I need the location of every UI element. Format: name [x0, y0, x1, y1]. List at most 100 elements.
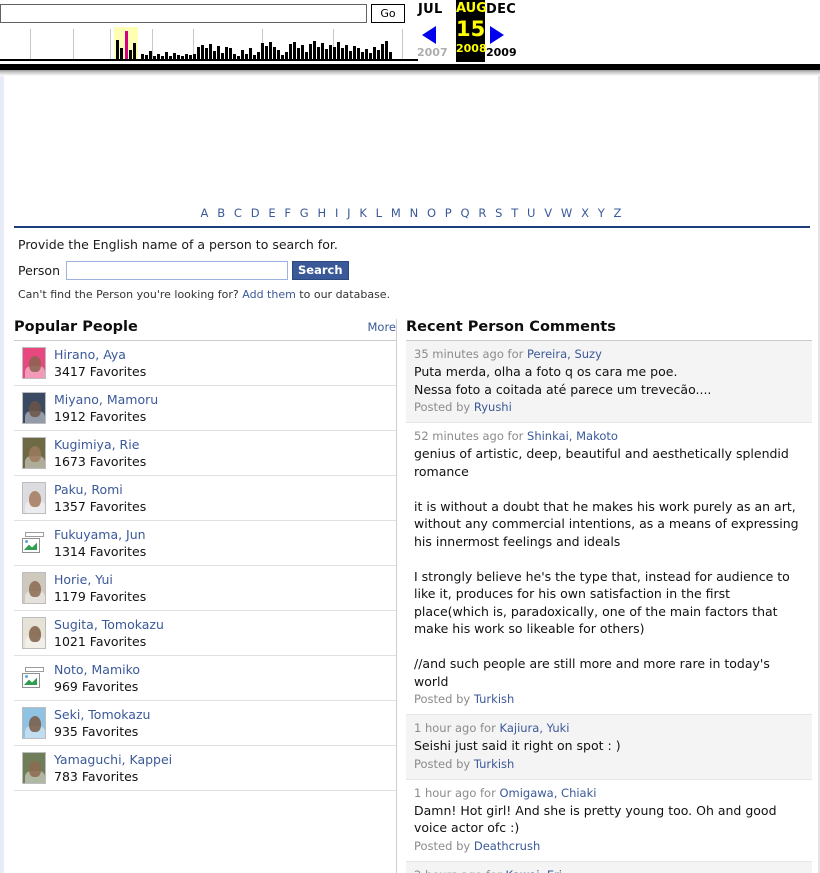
triangle-right-icon[interactable]: [490, 26, 504, 44]
person-search-input[interactable]: [66, 261, 289, 280]
next-year-label[interactable]: 2009: [486, 46, 517, 59]
alpha-link-e[interactable]: E: [268, 206, 275, 220]
posted-by-label: Posted by: [414, 838, 474, 853]
person-favorites-count: 935 Favorites: [54, 724, 139, 739]
comment-person-link[interactable]: Omigawa, Chiaki: [499, 786, 596, 800]
prev-month-label[interactable]: JUL: [418, 2, 443, 17]
alpha-link-h[interactable]: H: [318, 206, 327, 220]
comment-person-link[interactable]: Shinkai, Makoto: [527, 429, 618, 443]
person-name-link[interactable]: Kugimiya, Rie: [54, 437, 146, 453]
popular-person-row[interactable]: Horie, Yui 1179 Favorites: [14, 566, 396, 611]
person-name-link[interactable]: Yamaguchi, Kappei: [54, 752, 172, 768]
alpha-link-i[interactable]: I: [335, 206, 338, 220]
alpha-link-y[interactable]: Y: [598, 206, 605, 220]
person-search-button[interactable]: Search: [292, 261, 349, 280]
alpha-link-b[interactable]: B: [217, 206, 225, 220]
wayback-go-button[interactable]: Go: [371, 3, 405, 23]
wayback-toolbar: Go JUL DEC AUG 15 2008 2007 2009: [0, 0, 820, 70]
sparkline-bars: [0, 27, 418, 61]
alpha-link-x[interactable]: X: [581, 206, 589, 220]
popular-person-row[interactable]: Hirano, Aya 3417 Favorites: [14, 341, 396, 386]
add-person-note-after: to our database.: [295, 288, 391, 301]
person-search-block: Provide the English name of a person to …: [4, 228, 818, 301]
comment-timestamp: 2 hours ago for Kawai, Eri: [414, 867, 804, 873]
broken-image-icon: [22, 532, 46, 556]
column-divider: [396, 319, 397, 873]
person-name-link[interactable]: Paku, Romi: [54, 482, 146, 498]
popular-person-row[interactable]: Sugita, Tomokazu 1021 Favorites: [14, 611, 396, 656]
alpha-link-a[interactable]: A: [201, 206, 209, 220]
alpha-link-g[interactable]: G: [300, 206, 309, 220]
alpha-link-n[interactable]: N: [410, 206, 419, 220]
person-name-link[interactable]: Miyano, Mamoru: [54, 392, 158, 408]
alpha-link-c[interactable]: C: [234, 206, 242, 220]
popular-person-row[interactable]: Seki, Tomokazu 935 Favorites: [14, 701, 396, 746]
alpha-link-t[interactable]: T: [511, 206, 518, 220]
popular-person-row[interactable]: Fukuyama, Jun 1314 Favorites: [14, 521, 396, 566]
search-row: Person Search: [18, 261, 818, 280]
alpha-link-k[interactable]: K: [359, 206, 367, 220]
popular-person-row[interactable]: Yamaguchi, Kappei 783 Favorites: [14, 746, 396, 791]
alpha-link-j[interactable]: J: [347, 206, 350, 220]
person-name-link[interactable]: Sugita, Tomokazu: [54, 617, 164, 633]
popular-people-more-link[interactable]: More: [367, 320, 396, 334]
prev-year-label[interactable]: 2007: [417, 46, 448, 59]
comment-author-link[interactable]: Turkish: [474, 757, 514, 771]
recent-comments-header: Recent Person Comments: [406, 319, 812, 341]
comment-timestamp: 1 hour ago for Kajiura, Yuki: [414, 720, 804, 737]
alpha-link-o[interactable]: O: [427, 206, 436, 220]
person-avatar: [22, 617, 46, 649]
popular-person-row[interactable]: Paku, Romi 1357 Favorites: [14, 476, 396, 521]
comment-time-text: 52 minutes ago for: [414, 429, 528, 443]
comment-person-link[interactable]: Pereira, Suzy: [527, 347, 602, 361]
comment-author-line: Posted by Ryushi: [414, 398, 804, 416]
wayback-url-row: Go: [0, 2, 420, 24]
person-name-link[interactable]: Seki, Tomokazu: [54, 707, 150, 723]
alpha-link-r[interactable]: R: [478, 206, 486, 220]
search-intro-text: Provide the English name of a person to …: [18, 237, 338, 252]
person-name-link[interactable]: Fukuyama, Jun: [54, 527, 146, 543]
comment-person-link[interactable]: Kawai, Eri: [505, 868, 562, 873]
person-name-link[interactable]: Noto, Mamiko: [54, 662, 140, 678]
person-avatar: [22, 347, 46, 379]
comment-person-link[interactable]: Kajiura, Yuki: [499, 721, 569, 735]
person-name-link[interactable]: Horie, Yui: [54, 572, 146, 588]
alpha-link-s[interactable]: S: [495, 206, 502, 220]
person-avatar: [22, 707, 46, 739]
alpha-link-v[interactable]: V: [544, 206, 552, 220]
person-field-label: Person: [18, 263, 61, 278]
alpha-link-q[interactable]: Q: [461, 206, 470, 220]
person-name-link[interactable]: Hirano, Aya: [54, 347, 146, 363]
popular-person-row[interactable]: Noto, Mamiko 969 Favorites: [14, 656, 396, 701]
triangle-left-icon[interactable]: [422, 26, 436, 44]
posted-by-label: Posted by: [414, 756, 474, 771]
alpha-link-w[interactable]: W: [561, 206, 572, 220]
alpha-link-f[interactable]: F: [284, 206, 291, 220]
popular-people-list: Hirano, Aya 3417 Favorites Miyano, Mamoru 1…: [14, 341, 396, 791]
next-month-label[interactable]: DEC: [486, 2, 516, 17]
wayback-sparkline[interactable]: [0, 27, 418, 61]
toolbar-black-bar: [0, 64, 820, 70]
popular-person-row[interactable]: Kugimiya, Rie 1673 Favorites: [14, 431, 396, 476]
comment-author-line: Posted by Deathcrush: [414, 837, 804, 855]
person-avatar: [22, 752, 46, 784]
comment-body: genius of artistic, deep, beautiful and …: [414, 446, 799, 689]
alpha-link-l[interactable]: L: [376, 206, 382, 220]
comment-item: 35 minutes ago for Pereira, Suzy Puta mer…: [406, 341, 812, 422]
popular-person-row[interactable]: Miyano, Mamoru 1912 Favorites: [14, 386, 396, 431]
comment-author-link[interactable]: Turkish: [474, 692, 514, 706]
alpha-link-u[interactable]: U: [527, 206, 535, 220]
person-meta: Hirano, Aya 3417 Favorites: [54, 347, 146, 381]
comment-author-link[interactable]: Ryushi: [474, 400, 512, 414]
sparkline-bar: [116, 40, 119, 61]
alpha-link-m[interactable]: M: [391, 206, 401, 220]
alpha-link-d[interactable]: D: [251, 206, 260, 220]
sparkline-current-marker: [125, 31, 128, 61]
popular-people-title: Popular People: [14, 319, 138, 335]
comment-author-link[interactable]: Deathcrush: [474, 839, 540, 853]
alpha-link-p[interactable]: P: [445, 206, 452, 220]
alpha-link-z[interactable]: Z: [614, 206, 622, 220]
wayback-url-input[interactable]: [0, 3, 367, 23]
add-person-link[interactable]: Add them: [242, 288, 296, 301]
comment-time-text: 1 hour ago for: [414, 721, 500, 735]
